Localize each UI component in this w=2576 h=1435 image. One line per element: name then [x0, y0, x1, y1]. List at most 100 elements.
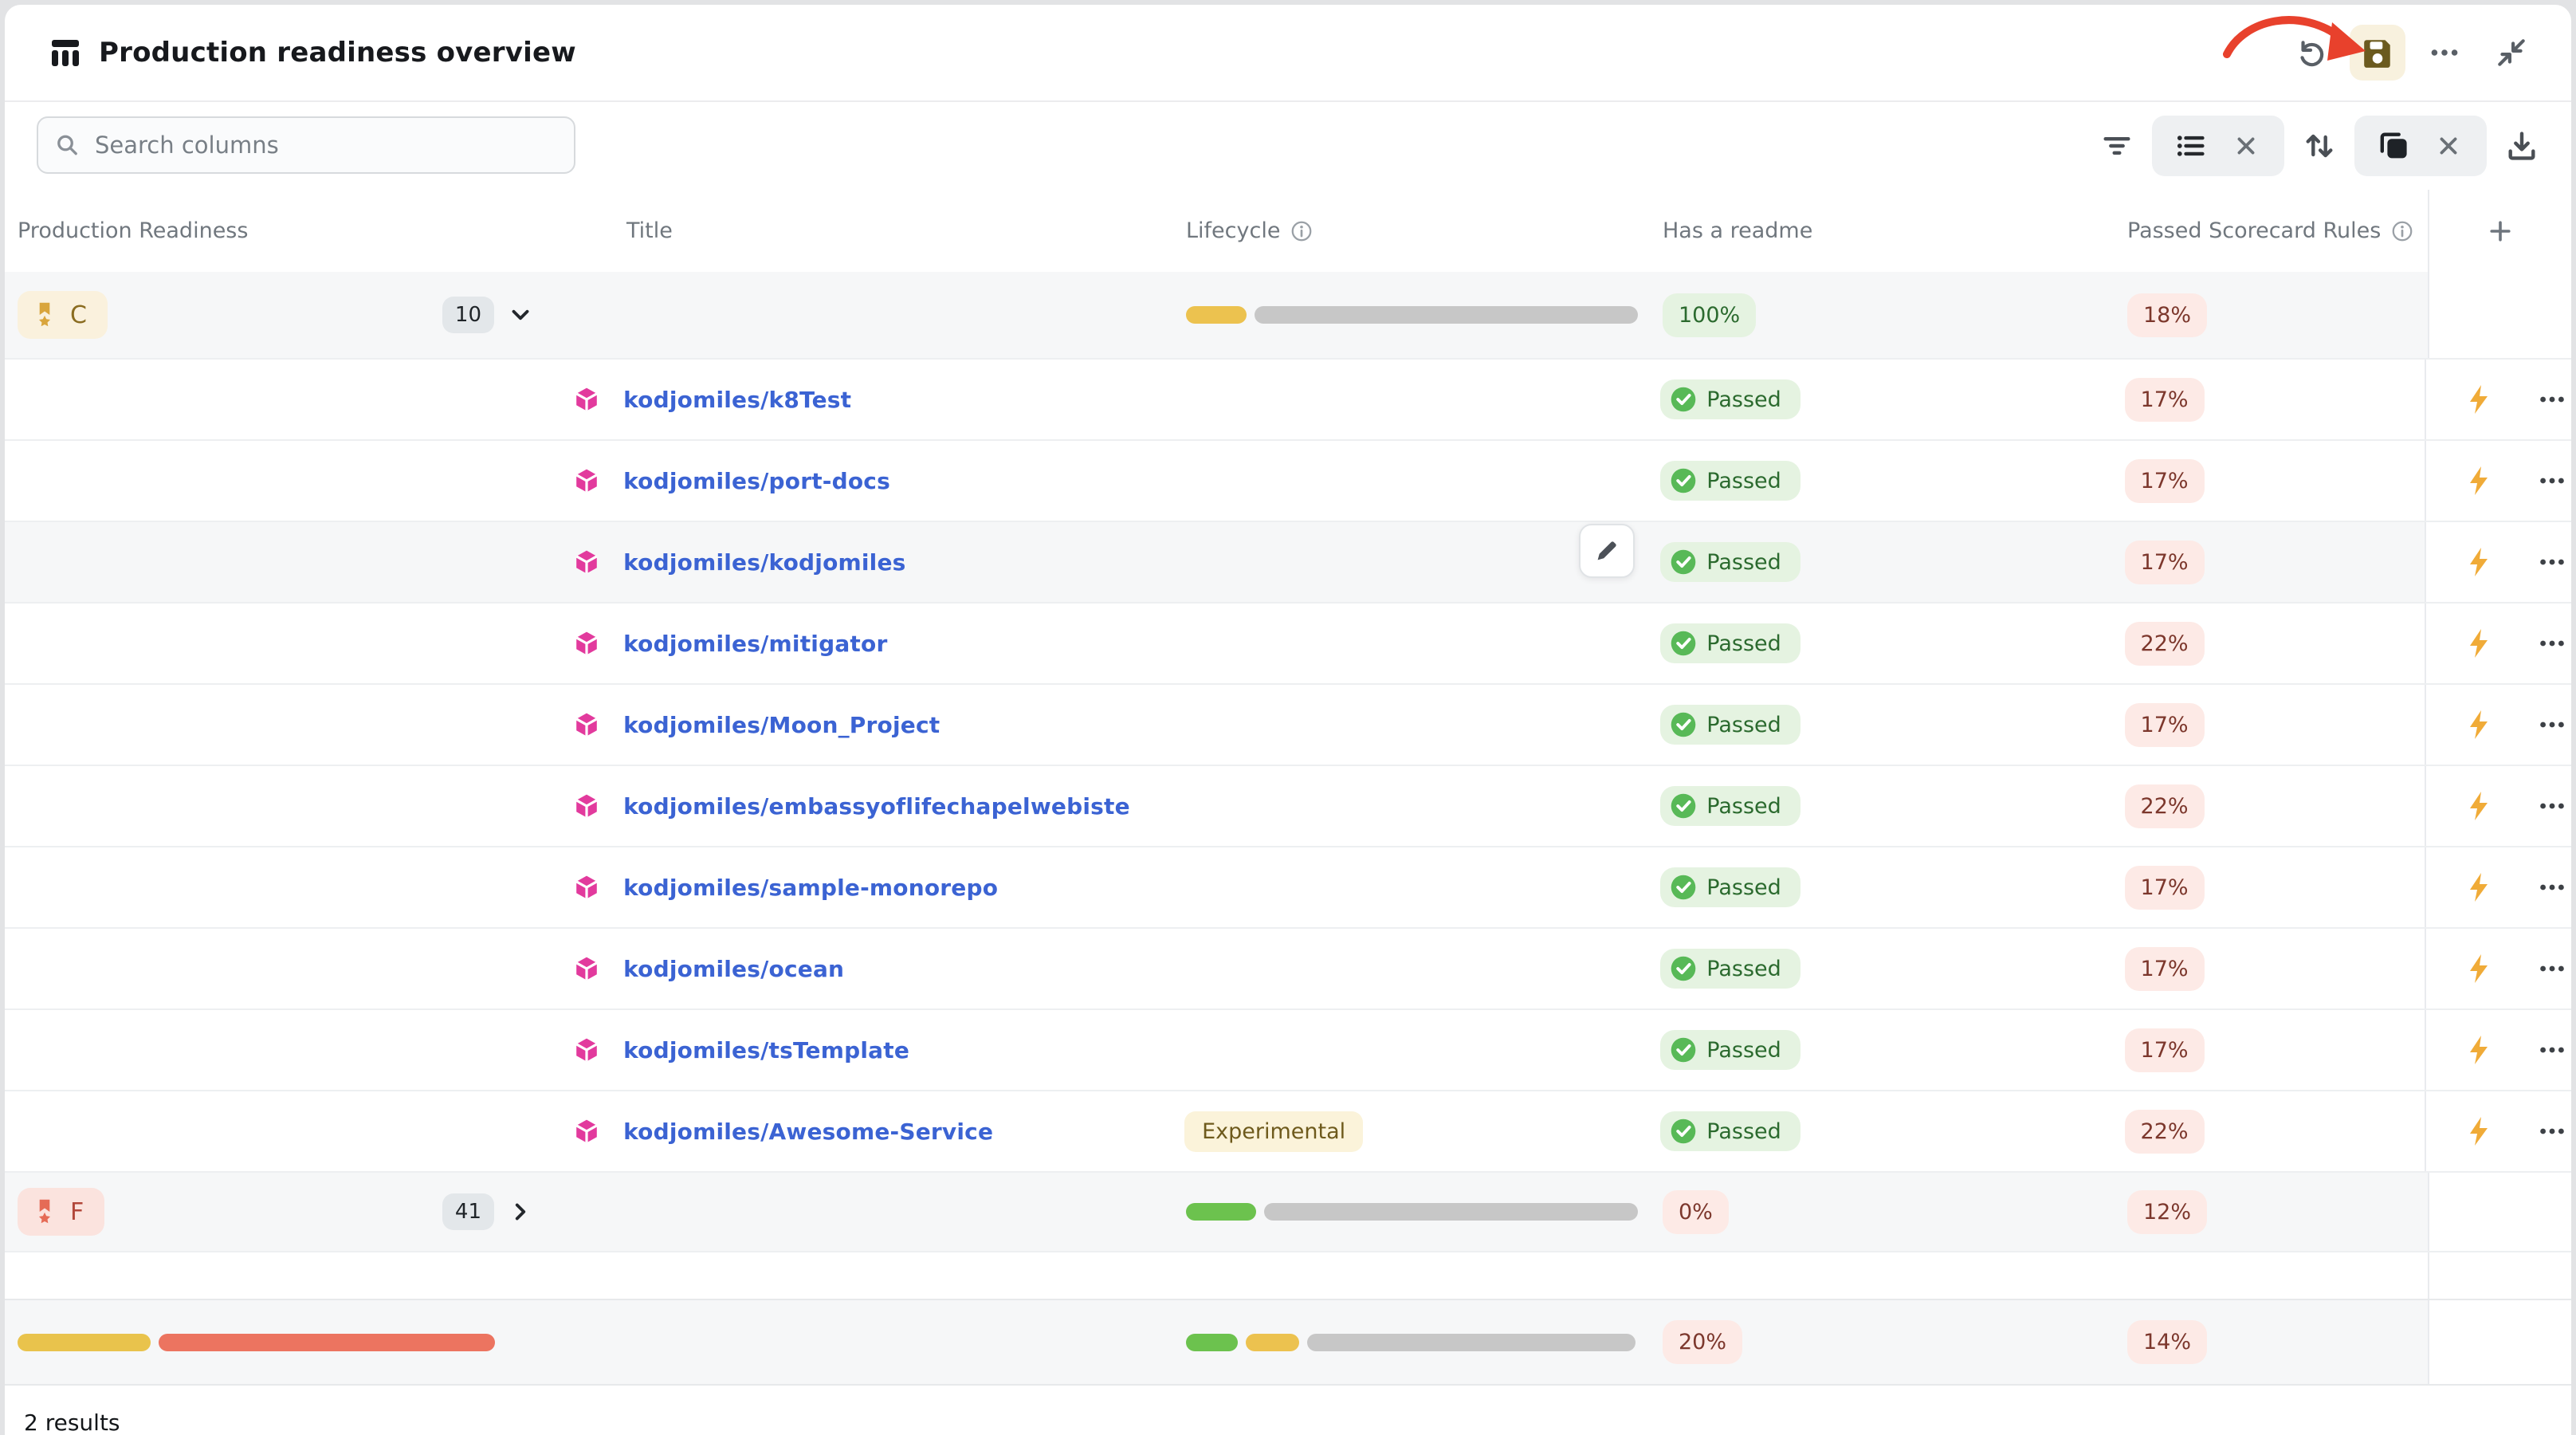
- scorecard-cell: 18%: [2109, 272, 2428, 358]
- filter-icon[interactable]: [2096, 125, 2138, 167]
- lightning-icon[interactable]: [2460, 868, 2498, 906]
- row-more-icon[interactable]: [2533, 1031, 2571, 1069]
- table: Production Readiness Title Lifecycle Has…: [5, 190, 2571, 1386]
- passed-badge: Passed: [1660, 461, 1800, 501]
- clear-copy-icon[interactable]: [2428, 125, 2469, 167]
- entity-link[interactable]: kodjomiles/embassyoflifechapelwebiste: [623, 793, 1130, 820]
- collapse-button[interactable]: [2484, 25, 2539, 81]
- service-icon: [574, 1037, 599, 1063]
- scorecard-percent-badge: 12%: [2127, 1190, 2207, 1234]
- edit-lifecycle-button[interactable]: [1579, 524, 1635, 578]
- add-column-button[interactable]: [2428, 190, 2571, 272]
- lightning-icon[interactable]: [2460, 462, 2498, 500]
- actions-cell: [2425, 847, 2571, 927]
- actions-cell: [2425, 685, 2571, 765]
- chevron-right-icon[interactable]: [507, 1198, 534, 1225]
- table-row: kodjomiles/embassyoflifechapelwebiste Pa…: [5, 766, 2571, 847]
- lifecycle-cell: [1167, 766, 1636, 846]
- check-circle-icon: [1670, 1118, 1697, 1145]
- column-header-passed-scorecard-rules[interactable]: Passed Scorecard Rules: [2109, 218, 2428, 243]
- actions-cell: [2425, 603, 2571, 683]
- check-circle-icon: [1670, 1036, 1697, 1063]
- row-more-icon[interactable]: [2533, 949, 2571, 988]
- entity-link[interactable]: kodjomiles/tsTemplate: [623, 1037, 909, 1063]
- table-row: kodjomiles/kodjomiles Passed 17%: [5, 522, 2571, 603]
- readme-summary-cell: 20%: [1639, 1300, 2109, 1384]
- save-button[interactable]: [2350, 25, 2405, 81]
- search-box[interactable]: [37, 116, 575, 174]
- sort-icon[interactable]: [2299, 125, 2340, 167]
- lightning-icon[interactable]: [2460, 787, 2498, 825]
- service-icon: [574, 956, 599, 981]
- undo-button[interactable]: [2283, 25, 2338, 81]
- passed-badge: Passed: [1660, 542, 1800, 582]
- row-more-icon[interactable]: [2533, 380, 2571, 419]
- scorecard-cell: 17%: [2107, 847, 2425, 927]
- lifecycle-cell: [1167, 441, 1636, 521]
- row-more-icon[interactable]: [2533, 462, 2571, 500]
- readme-percent-badge: 20%: [1663, 1320, 1742, 1364]
- readiness-cell: [5, 847, 546, 927]
- lightning-icon[interactable]: [2460, 543, 2498, 581]
- row-more-icon[interactable]: [2533, 787, 2571, 825]
- results-count: 2 results: [5, 1386, 2571, 1435]
- service-icon: [574, 1119, 599, 1144]
- title-cell: kodjomiles/tsTemplate: [546, 1010, 1167, 1090]
- lifecycle-badge: Experimental: [1184, 1111, 1363, 1152]
- title-cell: kodjomiles/sample-monorepo: [546, 847, 1167, 927]
- check-circle-icon: [1670, 792, 1697, 820]
- column-header-production-readiness[interactable]: Production Readiness: [5, 218, 547, 243]
- readme-cell: Passed: [1636, 522, 2106, 602]
- readme-cell: Passed: [1636, 847, 2106, 927]
- toolbar: [5, 102, 2571, 190]
- readiness-cell: [5, 1010, 546, 1090]
- row-more-icon[interactable]: [2533, 706, 2571, 744]
- lightning-icon[interactable]: [2460, 1031, 2498, 1069]
- lightning-icon[interactable]: [2460, 624, 2498, 662]
- title-cell: [547, 1300, 1168, 1384]
- row-more-icon[interactable]: [2533, 1112, 2571, 1150]
- group-by-list-icon[interactable]: [2170, 125, 2211, 167]
- service-icon: [574, 793, 599, 819]
- scorecard-cell: 12%: [2109, 1173, 2428, 1251]
- readiness-cell: [5, 522, 546, 602]
- info-icon[interactable]: [1290, 219, 1314, 243]
- pencil-icon: [1592, 536, 1622, 566]
- readiness-cell: [5, 766, 546, 846]
- group-by-pill: [2152, 116, 2284, 176]
- chevron-down-icon[interactable]: [507, 301, 534, 328]
- entity-link[interactable]: kodjomiles/Awesome-Service: [623, 1119, 993, 1145]
- entity-link[interactable]: kodjomiles/k8Test: [623, 387, 851, 413]
- readme-cell: Passed: [1636, 1010, 2106, 1090]
- lightning-icon[interactable]: [2460, 1112, 2498, 1150]
- download-icon[interactable]: [2501, 125, 2543, 167]
- info-icon[interactable]: [2390, 219, 2414, 243]
- copy-view-icon[interactable]: [2372, 125, 2413, 167]
- entity-link[interactable]: kodjomiles/mitigator: [623, 631, 887, 657]
- column-header-has-a-readme[interactable]: Has a readme: [1639, 218, 2109, 243]
- more-options-button[interactable]: [2417, 25, 2472, 81]
- readiness-cell: [5, 929, 546, 1008]
- column-header-lifecycle[interactable]: Lifecycle: [1168, 218, 1639, 243]
- lightning-icon[interactable]: [2460, 380, 2498, 419]
- row-more-icon[interactable]: [2533, 868, 2571, 906]
- lightning-icon[interactable]: [2460, 949, 2498, 988]
- entity-link[interactable]: kodjomiles/kodjomiles: [623, 549, 905, 576]
- lightning-icon[interactable]: [2460, 706, 2498, 744]
- table-row: kodjomiles/sample-monorepo Passed 17%: [5, 847, 2571, 929]
- passed-badge: Passed: [1660, 379, 1800, 419]
- lifecycle-cell: [1168, 272, 1639, 358]
- table-row: kodjomiles/tsTemplate Passed 17%: [5, 1010, 2571, 1091]
- row-more-icon[interactable]: [2533, 543, 2571, 581]
- entity-link[interactable]: kodjomiles/Moon_Project: [623, 712, 940, 738]
- search-input[interactable]: [93, 131, 558, 159]
- entity-link[interactable]: kodjomiles/sample-monorepo: [623, 875, 998, 901]
- column-header-title[interactable]: Title: [547, 218, 1168, 243]
- scorecard-cell: 17%: [2107, 360, 2425, 439]
- lifecycle-cell: [1167, 929, 1636, 1008]
- row-more-icon[interactable]: [2533, 624, 2571, 662]
- readiness-cell: [5, 360, 546, 439]
- entity-link[interactable]: kodjomiles/ocean: [623, 956, 844, 982]
- clear-group-by-icon[interactable]: [2225, 125, 2267, 167]
- entity-link[interactable]: kodjomiles/port-docs: [623, 468, 890, 494]
